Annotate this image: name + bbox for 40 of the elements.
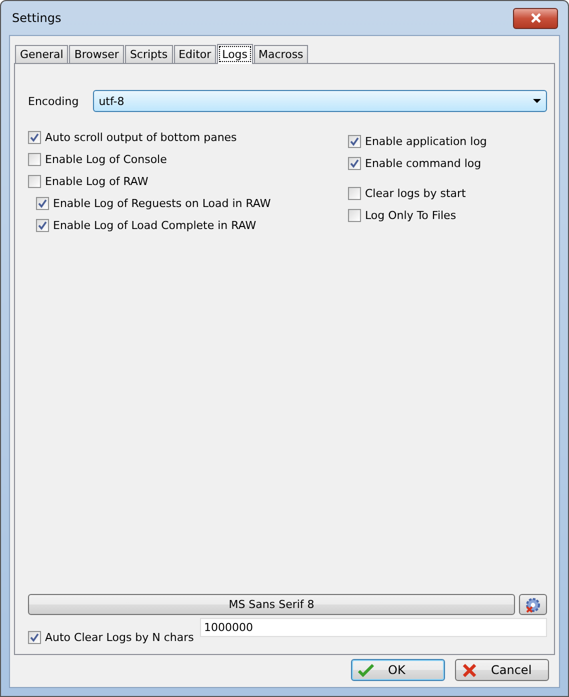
dropdown-arrow-icon <box>533 99 541 103</box>
tab[interactable]: Logs <box>217 44 253 64</box>
checkbox[interactable] <box>28 130 41 144</box>
gear-icon <box>524 596 542 614</box>
font-button[interactable]: MS Sans Serif 8 <box>28 594 515 615</box>
checkbox[interactable] <box>28 174 41 188</box>
ok-button[interactable]: OK <box>351 659 445 681</box>
close-icon <box>530 13 542 23</box>
tab[interactable]: General <box>15 45 68 63</box>
checkbox-label[interactable]: Enable command log <box>365 156 482 170</box>
checkbox-label[interactable]: Enable Log of Load Complete in RAW <box>53 218 256 232</box>
checkbox[interactable] <box>348 134 361 148</box>
tab[interactable]: Scripts <box>124 45 173 63</box>
checkbox[interactable] <box>348 186 361 200</box>
checkbox-label[interactable]: Auto Clear Logs by N chars <box>45 630 194 644</box>
checkbox[interactable] <box>28 152 41 166</box>
cross-icon <box>462 662 477 678</box>
checkbox[interactable] <box>36 196 49 210</box>
checkbox-label[interactable]: Enable Log of RAW <box>45 174 148 188</box>
checkbox-label[interactable]: Auto scroll output of bottom panes <box>45 130 237 144</box>
encoding-label: Encoding <box>28 94 79 108</box>
checkbox[interactable] <box>36 218 49 232</box>
close-button[interactable] <box>513 8 558 28</box>
checkbox-label[interactable]: Enable Log of Console <box>45 152 167 166</box>
checkbox[interactable] <box>348 208 361 222</box>
checkbox[interactable] <box>348 156 361 170</box>
cancel-button[interactable]: Cancel <box>455 659 549 681</box>
window-title: Settings <box>12 11 62 25</box>
checkbox-label[interactable]: Enable application log <box>365 134 487 148</box>
checkmark-icon <box>358 663 374 677</box>
encoding-dropdown[interactable]: utf-8 <box>92 90 547 112</box>
checkbox[interactable] <box>28 630 41 644</box>
gear-button[interactable] <box>519 594 547 615</box>
checkbox-label[interactable]: Log Only To Files <box>365 208 456 222</box>
tab[interactable]: Macross <box>254 45 308 63</box>
checkbox-label[interactable]: Enable Log of Reguests on Load in RAW <box>53 196 271 210</box>
tab[interactable]: Browser <box>69 45 124 63</box>
tab[interactable]: Editor <box>174 45 216 63</box>
checkbox-label[interactable]: Clear logs by start <box>365 186 466 200</box>
chars-field[interactable]: 1000000 <box>200 618 547 637</box>
